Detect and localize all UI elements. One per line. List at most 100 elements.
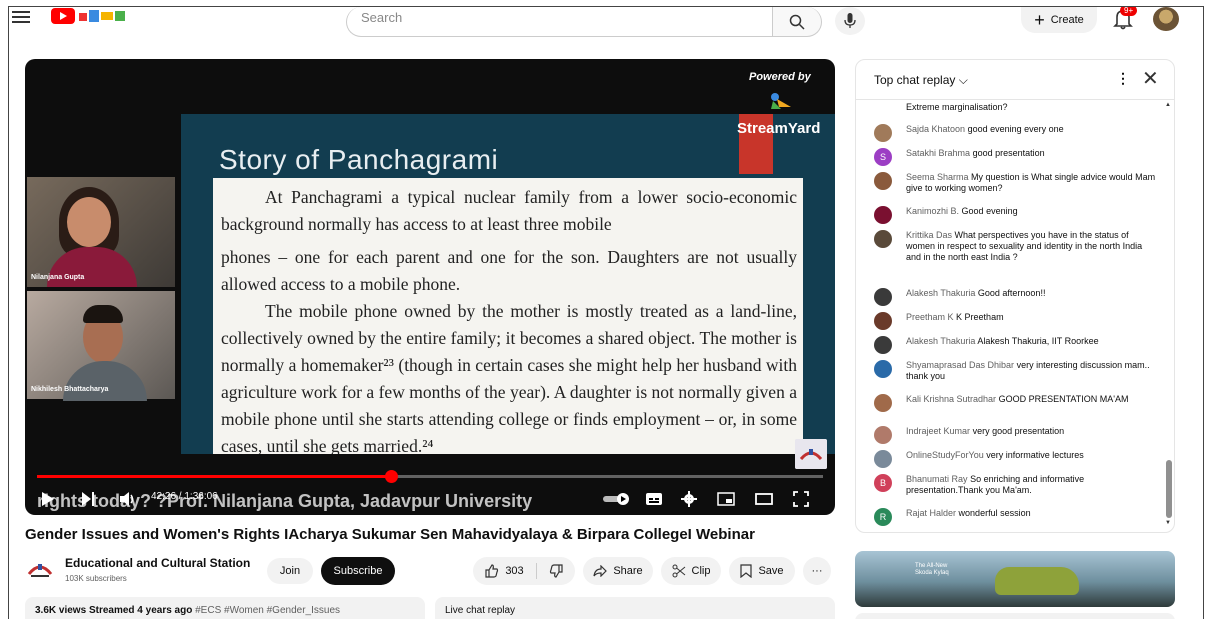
share-icon <box>593 565 608 577</box>
chat-author-name[interactable]: Sajda Khatoon <box>906 124 965 134</box>
voice-search-button[interactable] <box>835 7 865 35</box>
chat-author-avatar[interactable] <box>874 230 892 248</box>
chat-message-text: Alakesh Thakuria, IIT Roorkee <box>977 336 1099 346</box>
stream-date: Streamed 4 years ago <box>88 605 193 616</box>
channel-name[interactable]: Educational and Cultural Station <box>65 556 250 570</box>
volume-icon[interactable] <box>119 491 137 507</box>
live-chat-replay-toggle[interactable]: Live chat replay <box>435 597 835 619</box>
chat-message-text: very good presentation <box>972 426 1065 436</box>
like-icon[interactable] <box>485 564 499 578</box>
slide-paragraph-2: phones – one for each parent and one for… <box>221 247 797 294</box>
hashtags[interactable]: #ECS #Women #Gender_Issues <box>195 605 340 616</box>
chat-author-name[interactable]: Shyamaprasad Das Dhibar <box>906 360 1014 370</box>
browser-viewport: Search + Create 9+ StreamYard Story of P… <box>8 6 1204 619</box>
search-button[interactable] <box>772 7 822 37</box>
progress-bar-played <box>37 475 391 478</box>
chat-author-avatar[interactable]: R <box>874 508 892 526</box>
youtube-logo[interactable] <box>49 7 129 25</box>
chat-author-name[interactable]: OnlineStudyForYou <box>906 450 984 460</box>
chevron-down-icon: ⌵ <box>958 73 968 87</box>
chat-author-avatar[interactable] <box>874 288 892 306</box>
fullscreen-icon[interactable] <box>793 491 809 507</box>
chat-mode-dropdown[interactable]: Top chat replay ⌵ <box>874 73 968 88</box>
ad-text-line-1: The All-New <box>915 563 948 569</box>
chat-message-content: Seema Sharma My question is What single … <box>906 172 1158 194</box>
chat-author-avatar[interactable] <box>874 336 892 354</box>
ad-car-image <box>995 567 1079 595</box>
autoplay-toggle-icon[interactable] <box>601 491 631 507</box>
chat-message-content: OnlineStudyForYou very informative lectu… <box>906 450 1158 461</box>
chat-author-name[interactable]: Rajat Halder <box>906 508 956 518</box>
share-button[interactable]: Share <box>583 557 653 585</box>
settings-gear-icon[interactable] <box>681 491 697 507</box>
save-icon <box>740 564 753 578</box>
ad-text-line-2: Skoda Kylaq <box>915 570 949 576</box>
chat-author-name[interactable]: Krittika Das <box>906 230 952 240</box>
clip-button[interactable]: Clip <box>661 557 721 585</box>
miniplayer-icon[interactable] <box>717 491 735 507</box>
chat-message-content: Rajat Halder wonderful session <box>906 508 1158 519</box>
chat-message-text: very informative lectures <box>986 450 1084 460</box>
chat-mode-label: Top chat replay <box>874 73 956 87</box>
chat-author-avatar[interactable] <box>874 450 892 468</box>
chat-author-avatar[interactable] <box>874 426 892 444</box>
speaker-camera-1: Nilanjana Gupta <box>27 177 175 287</box>
chat-author-avatar[interactable] <box>874 360 892 378</box>
play-icon[interactable] <box>41 491 55 507</box>
more-actions-button[interactable]: ··· <box>803 557 831 585</box>
notification-badge: 9+ <box>1120 7 1138 16</box>
chat-message-text: good presentation <box>972 148 1045 158</box>
chat-author-avatar[interactable]: S <box>874 148 892 166</box>
next-item-card[interactable] <box>855 613 1175 619</box>
chat-panel: Top chat replay ⌵ ⋮ ✕ Extreme marginalis… <box>855 59 1175 533</box>
plus-icon: + <box>1034 10 1045 30</box>
chat-scrollbar[interactable]: ▲ ▼ <box>1162 100 1174 532</box>
like-count[interactable]: 303 <box>505 565 523 577</box>
chat-author-avatar[interactable] <box>874 312 892 330</box>
chat-message-content: Extreme marginalisation? <box>906 102 1158 113</box>
speaker-camera-2: Nikhilesh Bhattacharya <box>27 291 175 401</box>
video-player[interactable]: StreamYard Story of Panchagrami At Panch… <box>25 59 835 515</box>
chat-author-name[interactable]: Kanimozhi B. <box>906 206 959 216</box>
join-button[interactable]: Join <box>267 558 313 584</box>
chat-author-name[interactable]: Alakesh Thakuria <box>906 288 975 298</box>
close-icon[interactable]: ✕ <box>1142 66 1159 91</box>
slide-text: At Panchagrami a typical nuclear family … <box>213 178 803 454</box>
menu-icon[interactable] <box>12 9 30 25</box>
chat-author-avatar[interactable] <box>874 394 892 412</box>
progress-scrubber-handle[interactable] <box>384 470 398 483</box>
account-avatar[interactable] <box>1153 7 1179 31</box>
time-display: 42:26 / 1:36:06 <box>151 491 218 502</box>
chat-author-name[interactable]: Satakhi Brahma <box>906 148 970 158</box>
chat-author-name[interactable]: Preetham K <box>906 312 954 322</box>
progress-bar[interactable] <box>37 470 823 483</box>
theater-mode-icon[interactable] <box>755 491 773 507</box>
channel-avatar[interactable] <box>27 558 53 580</box>
dislike-icon[interactable] <box>549 564 563 578</box>
chat-message-text: wonderful session <box>958 508 1031 518</box>
subscribe-button[interactable]: Subscribe <box>321 557 395 585</box>
chat-author-avatar[interactable] <box>874 172 892 190</box>
chat-author-name[interactable]: Indrajeet Kumar <box>906 426 970 436</box>
chat-author-avatar[interactable] <box>874 206 892 224</box>
chat-author-name[interactable]: Kali Krishna Sutradhar <box>906 394 996 404</box>
chat-message-content: Sajda Khatoon good evening every one <box>906 124 1158 135</box>
create-button[interactable]: + Create <box>1021 7 1097 33</box>
chat-author-avatar[interactable] <box>874 124 892 142</box>
scroll-down-icon[interactable]: ▼ <box>1165 520 1171 526</box>
view-count: 3.6K views <box>35 605 87 616</box>
chat-author-name[interactable]: Alakesh Thakuria <box>906 336 975 346</box>
chat-author-name[interactable]: Seema Sharma <box>906 172 969 182</box>
more-vertical-icon[interactable]: ⋮ <box>1116 70 1130 87</box>
search-input[interactable]: Search <box>346 7 772 37</box>
scroll-up-icon[interactable]: ▲ <box>1165 102 1171 108</box>
chat-author-name[interactable]: Bhanumati Ray <box>906 474 968 484</box>
chat-author-avatar[interactable]: B <box>874 474 892 492</box>
chat-scrollbar-thumb[interactable] <box>1166 460 1172 518</box>
chat-message-content: Kanimozhi B. Good evening <box>906 206 1158 217</box>
description-box[interactable]: 3.6K views Streamed 4 years ago #ECS #Wo… <box>25 597 425 619</box>
ad-banner[interactable]: The All-New Skoda Kylaq <box>855 551 1175 607</box>
subtitles-icon[interactable] <box>645 491 663 507</box>
save-button[interactable]: Save <box>729 557 795 585</box>
next-icon[interactable] <box>81 491 95 507</box>
